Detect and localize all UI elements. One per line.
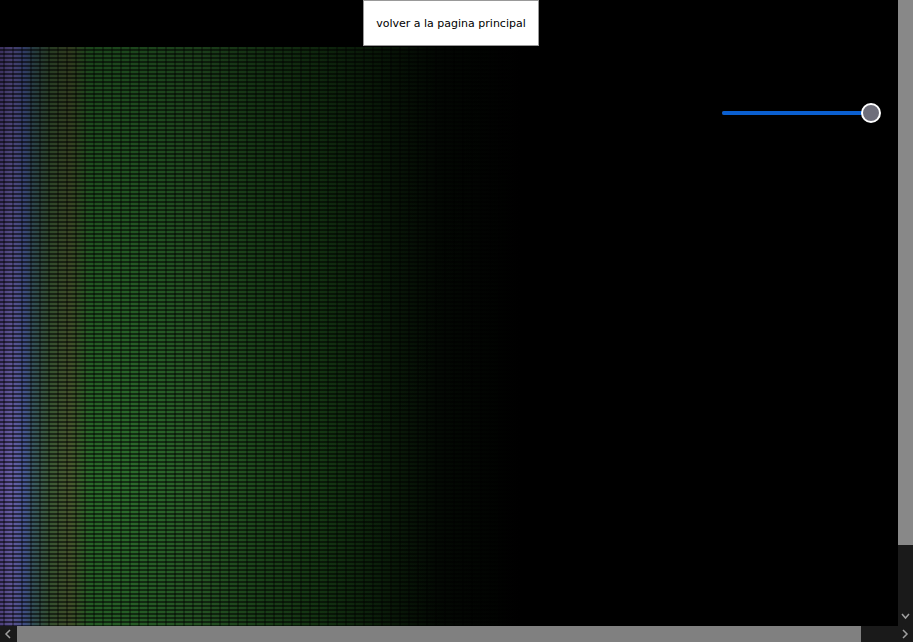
slider-fill [722, 111, 870, 115]
left-arrow-icon[interactable] [0, 626, 17, 642]
right-arrow-icon[interactable] [896, 626, 913, 642]
screen: volver a la pagina principal [0, 0, 913, 642]
top-bar: volver a la pagina principal [0, 0, 898, 47]
page: volver a la pagina principal [0, 0, 913, 626]
horizontal-scrollbar[interactable] [0, 626, 913, 642]
slider-thumb[interactable] [861, 103, 881, 123]
slider-track [722, 111, 870, 115]
slider[interactable] [722, 104, 870, 122]
down-arrow-icon[interactable] [898, 609, 913, 624]
vertical-scroll-thumb[interactable] [898, 0, 913, 545]
home-button[interactable]: volver a la pagina principal [363, 0, 539, 46]
content: volver a la pagina principal [0, 0, 898, 626]
vertical-scrollbar[interactable] [898, 0, 913, 626]
spectrogram [0, 47, 898, 626]
horizontal-scroll-thumb[interactable] [17, 626, 861, 642]
